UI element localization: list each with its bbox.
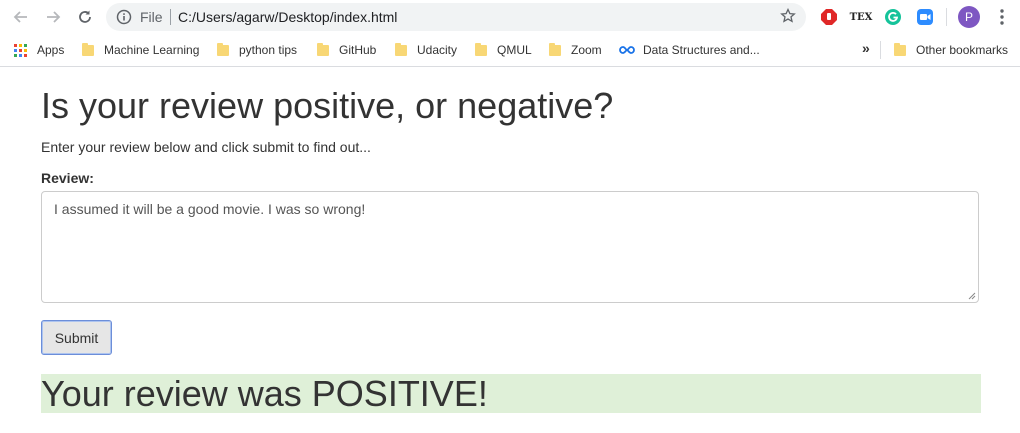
bookmarks-divider [880, 41, 881, 59]
bookmark-star-icon[interactable] [780, 7, 796, 29]
review-textarea[interactable]: I assumed it will be a good movie. I was… [41, 191, 979, 303]
bookmark-label: GitHub [339, 43, 377, 57]
bookmarks-bar: Apps Machine Learning python tips GitHub… [0, 34, 1020, 67]
folder-icon [217, 42, 229, 56]
arrow-right-icon [47, 11, 61, 23]
result-banner: Your review was POSITIVE! [41, 374, 981, 413]
reload-button[interactable] [72, 4, 98, 30]
bookmark-label: Other bookmarks [916, 43, 1009, 57]
menu-button[interactable] [991, 6, 1013, 28]
profile-initial: P [964, 10, 973, 24]
omnibox-divider [170, 9, 171, 25]
bookmark-label: QMUL [497, 43, 532, 57]
bookmark-label: python tips [239, 43, 298, 57]
chevron-double-right-icon: » [862, 40, 870, 56]
scheme-label: File [140, 9, 163, 25]
infinity-link-icon [619, 46, 635, 54]
resize-handle-icon[interactable] [968, 292, 976, 300]
bookmark-python-tips[interactable]: python tips [217, 42, 297, 58]
bookmark-zoom[interactable]: Zoom [549, 42, 602, 58]
address-bar[interactable]: File C:/Users/agarw/Desktop/index.html [106, 3, 806, 31]
browser-toolbar: File C:/Users/agarw/Desktop/index.html T… [0, 0, 1020, 34]
bookmark-label: Apps [37, 43, 65, 57]
apps-grid-icon [14, 43, 27, 57]
zoom-extension-icon[interactable] [914, 6, 936, 28]
grammarly-extension-icon[interactable] [882, 6, 904, 28]
folder-icon [317, 42, 329, 56]
bookmark-label: Zoom [571, 43, 602, 57]
folder-icon [395, 42, 407, 56]
review-label: Review: [41, 170, 94, 186]
bookmark-apps[interactable]: Apps [14, 42, 64, 58]
bookmark-label: Data Structures and... [643, 43, 760, 57]
tex-extension-label: TEX [849, 11, 873, 23]
bookmark-machine-learning[interactable]: Machine Learning [82, 42, 199, 58]
profile-avatar[interactable]: P [958, 6, 980, 28]
more-vertical-icon [1000, 9, 1004, 25]
page-subtitle: Enter your review below and click submit… [41, 139, 371, 155]
arrow-left-icon [13, 11, 27, 23]
folder-icon [82, 42, 94, 56]
back-button[interactable] [8, 4, 34, 30]
review-text: I assumed it will be a good movie. I was… [54, 201, 366, 217]
folder-icon [549, 42, 561, 56]
folder-icon [475, 42, 487, 56]
page-title: Is your review positive, or negative? [41, 85, 614, 126]
result-text: Your review was POSITIVE! [41, 373, 488, 414]
folder-icon [894, 42, 906, 56]
reload-icon [79, 10, 91, 23]
bookmark-label: Machine Learning [104, 43, 200, 57]
bookmarks-overflow-button[interactable]: » [862, 40, 870, 56]
toolbar-divider [946, 8, 947, 26]
forward-button[interactable] [40, 4, 66, 30]
submit-button[interactable]: Submit [41, 320, 112, 355]
tex-extension-icon[interactable]: TEX [849, 6, 873, 28]
bookmark-data-structures[interactable]: Data Structures and... [619, 42, 760, 58]
bookmark-label: Udacity [417, 43, 458, 57]
bookmark-udacity[interactable]: Udacity [395, 42, 457, 58]
bookmark-other-bookmarks[interactable]: Other bookmarks [894, 42, 1008, 58]
bookmark-qmul[interactable]: QMUL [475, 42, 532, 58]
adblock-extension-icon[interactable] [818, 6, 840, 28]
url-text[interactable]: C:/Users/agarw/Desktop/index.html [178, 9, 397, 25]
bookmark-github[interactable]: GitHub [317, 42, 376, 58]
info-icon[interactable] [116, 9, 132, 30]
